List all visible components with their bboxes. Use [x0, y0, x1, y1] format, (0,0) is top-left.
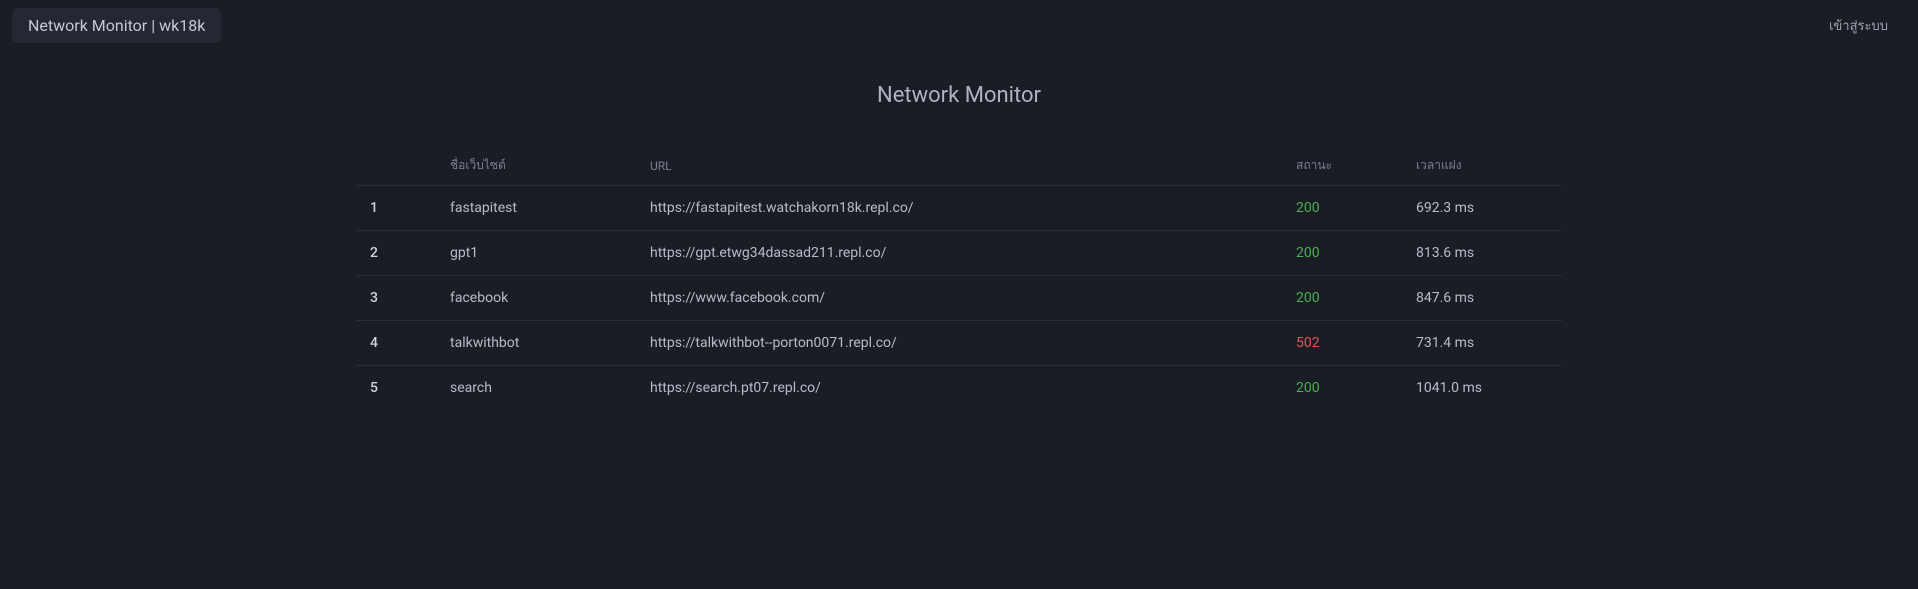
row-latency: 813.6 ms: [1402, 231, 1562, 276]
row-name: search: [436, 366, 636, 411]
col-header-latency: เวลาแฝง: [1402, 146, 1562, 186]
row-latency: 692.3 ms: [1402, 186, 1562, 231]
row-url: https://search.pt07.repl.co/: [636, 366, 1282, 411]
table-header-row: ชื่อเว็บไซต์ URL สถานะ เวลาแฝง: [356, 146, 1562, 186]
row-status: 200: [1282, 366, 1402, 411]
row-index: 5: [356, 366, 436, 411]
row-status: 200: [1282, 186, 1402, 231]
table-row: 5searchhttps://search.pt07.repl.co/20010…: [356, 366, 1562, 411]
row-status: 502: [1282, 321, 1402, 366]
table-row: 2gpt1https://gpt.etwg34dassad211.repl.co…: [356, 231, 1562, 276]
col-header-url: URL: [636, 146, 1282, 186]
row-url: https://www.facebook.com/: [636, 276, 1282, 321]
network-table: ชื่อเว็บไซต์ URL สถานะ เวลาแฝง 1fastapit…: [356, 146, 1562, 410]
brand-link[interactable]: Network Monitor | wk18k: [12, 8, 221, 43]
row-name: fastapitest: [436, 186, 636, 231]
table-row: 3facebookhttps://www.facebook.com/200847…: [356, 276, 1562, 321]
row-status: 200: [1282, 231, 1402, 276]
row-latency: 1041.0 ms: [1402, 366, 1562, 411]
row-latency: 847.6 ms: [1402, 276, 1562, 321]
row-index: 4: [356, 321, 436, 366]
table-row: 1fastapitesthttps://fastapitest.watchako…: [356, 186, 1562, 231]
header: Network Monitor | wk18k เข้าสู่ระบบ: [0, 0, 1918, 51]
col-header-status: สถานะ: [1282, 146, 1402, 186]
network-table-container: ชื่อเว็บไซต์ URL สถานะ เวลาแฝง 1fastapit…: [344, 146, 1574, 410]
login-link[interactable]: เข้าสู่ระบบ: [1829, 15, 1888, 36]
row-url: https://fastapitest.watchakorn18k.repl.c…: [636, 186, 1282, 231]
col-header-name: ชื่อเว็บไซต์: [436, 146, 636, 186]
row-status: 200: [1282, 276, 1402, 321]
row-url: https://talkwithbot--porton0071.repl.co/: [636, 321, 1282, 366]
row-latency: 731.4 ms: [1402, 321, 1562, 366]
row-name: talkwithbot: [436, 321, 636, 366]
row-index: 1: [356, 186, 436, 231]
page-title: Network Monitor: [0, 83, 1918, 108]
row-url: https://gpt.etwg34dassad211.repl.co/: [636, 231, 1282, 276]
row-index: 2: [356, 231, 436, 276]
row-name: gpt1: [436, 231, 636, 276]
col-header-index: [356, 146, 436, 186]
table-row: 4talkwithbothttps://talkwithbot--porton0…: [356, 321, 1562, 366]
row-index: 3: [356, 276, 436, 321]
row-name: facebook: [436, 276, 636, 321]
